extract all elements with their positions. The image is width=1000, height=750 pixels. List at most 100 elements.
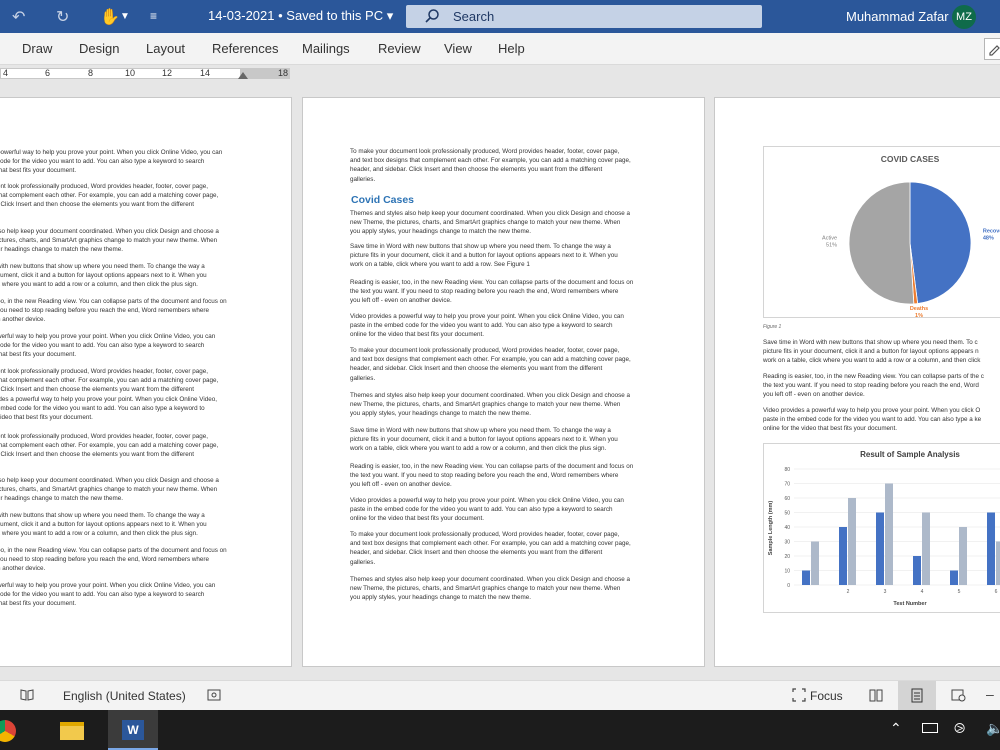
y-tick-label: 50 <box>784 510 790 516</box>
paragraph: Video provides a powerful way to help yo… <box>763 407 982 433</box>
bar[interactable] <box>848 498 856 585</box>
bar[interactable] <box>959 527 967 585</box>
chevron-up-icon[interactable]: ⌃ <box>890 720 902 737</box>
x-tick-label: 5 <box>958 589 961 595</box>
bar-chart[interactable]: Result of Sample Analysis Sample Length … <box>763 443 1000 613</box>
tab-layout[interactable]: Layout <box>146 41 185 56</box>
ruler-number: 12 <box>162 68 173 78</box>
figure-caption: Figure 1 <box>763 324 782 330</box>
paragraph: Reading is easier, too, in the new Readi… <box>350 279 634 305</box>
data-label: 48% <box>983 235 994 241</box>
paragraph: Reading is easier, too, in the new Readi… <box>350 463 634 489</box>
ruler-number: 8 <box>88 68 94 78</box>
print-layout-icon[interactable] <box>898 681 936 710</box>
document-page-3[interactable]: COVID CASES Recovered48%Deaths1%Active51… <box>714 97 1000 667</box>
user-name[interactable]: Muhammad Zafar <box>846 9 949 24</box>
x-tick-label: 2 <box>847 589 850 595</box>
paragraph: lso help keep your document coordinated.… <box>0 228 219 254</box>
search-box[interactable]: Search <box>406 5 762 28</box>
ruler-number: 18 <box>278 68 289 78</box>
bar[interactable] <box>811 541 819 586</box>
customize-toolbar-icon[interactable]: ≡ <box>150 9 157 23</box>
bar[interactable] <box>876 512 884 586</box>
paragraph: Themes and styles also help keep your do… <box>350 210 631 236</box>
document-page-2[interactable]: To make your document look professionall… <box>302 97 705 667</box>
search-label: Search <box>453 9 495 24</box>
y-axis-label: Sample Length (mm) <box>768 501 774 556</box>
bar[interactable] <box>913 556 921 585</box>
volume-icon[interactable]: 🔈 <box>986 720 1000 737</box>
battery-icon[interactable] <box>922 723 938 733</box>
y-tick-label: 0 <box>787 583 790 589</box>
y-tick-label: 70 <box>784 481 790 487</box>
paragraph: To make your document look professionall… <box>350 531 631 566</box>
ribbon-tabs: Draw Design Layout References Mailings R… <box>0 33 1000 65</box>
focus-mode-button[interactable]: Focus <box>810 689 843 703</box>
indent-marker-icon[interactable] <box>238 72 248 79</box>
taskbar-word-app[interactable]: W <box>108 710 158 750</box>
redo-icon[interactable]: ↻ <box>56 7 69 27</box>
y-tick-label: 10 <box>784 568 790 574</box>
tab-view[interactable]: View <box>444 41 472 56</box>
tab-mailings[interactable]: Mailings <box>302 41 350 56</box>
accessibility-icon[interactable] <box>207 689 221 707</box>
pie-slice-active[interactable] <box>848 181 915 305</box>
pie-slice-recovered[interactable] <box>909 181 972 304</box>
pie-chart-canvas: COVID CASES Recovered48% Deaths1% Active51… <box>822 154 1000 319</box>
zoom-out-icon[interactable]: – <box>986 686 994 702</box>
taskbar: W ⌃ ⧁ 🔈 <box>0 710 1000 750</box>
tab-draw[interactable]: Draw <box>22 41 52 56</box>
data-label: Active <box>822 235 837 241</box>
paragraph: with new buttons that show up where you … <box>0 263 207 289</box>
tab-review[interactable]: Review <box>378 41 421 56</box>
paragraph: To make your document look professionall… <box>350 347 631 382</box>
chevron-down-icon[interactable]: ▼ <box>120 11 130 22</box>
word-icon: W <box>122 720 144 740</box>
editing-icon[interactable] <box>984 38 1000 60</box>
horizontal-ruler[interactable]: 4 6 8 10 12 14 18 <box>0 65 1000 82</box>
x-tick-label: 4 <box>921 589 924 595</box>
read-mode-icon[interactable] <box>869 689 883 707</box>
tab-help[interactable]: Help <box>498 41 525 56</box>
document-page-1[interactable]: powerful way to help you prove your poin… <box>0 97 292 667</box>
pie-chart[interactable]: COVID CASES Recovered48% Deaths1% Active51… <box>763 146 1000 319</box>
document-title[interactable]: 14-03-2021 • Saved to this PC ▾ <box>208 8 393 24</box>
read-aloud-icon[interactable] <box>20 688 34 707</box>
paragraph: werful way to help you prove your point.… <box>0 582 216 608</box>
file-explorer-icon[interactable] <box>60 722 84 740</box>
web-layout-icon[interactable] <box>951 688 966 707</box>
bar[interactable] <box>802 570 810 586</box>
focus-icon[interactable] <box>792 688 806 707</box>
tab-references[interactable]: References <box>212 41 278 56</box>
touch-mode-icon[interactable]: ✋ <box>100 7 120 27</box>
bar[interactable] <box>839 527 847 585</box>
language-status[interactable]: English (United States) <box>63 689 186 703</box>
ruler-number: 10 <box>125 68 136 78</box>
chrome-icon[interactable] <box>0 720 16 742</box>
data-label: Deaths <box>910 306 928 312</box>
chart-title: Result of Sample Analysis <box>860 450 960 459</box>
paragraph: To make your document look professionall… <box>350 148 631 183</box>
wifi-icon[interactable]: ⧁ <box>954 720 965 737</box>
paragraph: werful way to help you prove your point.… <box>0 333 216 359</box>
y-tick-label: 60 <box>784 496 790 502</box>
paragraph: ent look professionally produced, Word p… <box>0 433 219 459</box>
bar[interactable] <box>950 570 958 586</box>
tab-design[interactable]: Design <box>79 41 119 56</box>
bar[interactable] <box>987 512 995 586</box>
x-axis-label: Test Number <box>893 601 927 607</box>
paragraph: Save time in Word with new buttons that … <box>763 339 981 365</box>
data-label: 51% <box>826 242 837 248</box>
bar[interactable] <box>922 512 930 586</box>
search-icon <box>424 8 440 29</box>
avatar[interactable]: MZ <box>952 5 976 29</box>
bar[interactable] <box>885 483 893 586</box>
bar[interactable] <box>996 541 1000 586</box>
y-tick-label: 80 <box>784 467 790 473</box>
x-tick-label: 6 <box>995 589 998 595</box>
paragraph: oo, in the new Reading view. You can col… <box>0 547 227 573</box>
ruler-number: 4 <box>3 68 9 78</box>
paragraph: Themes and styles also help keep your do… <box>350 392 631 418</box>
y-tick-label: 40 <box>784 525 790 531</box>
undo-icon[interactable]: ↶ <box>12 7 25 27</box>
